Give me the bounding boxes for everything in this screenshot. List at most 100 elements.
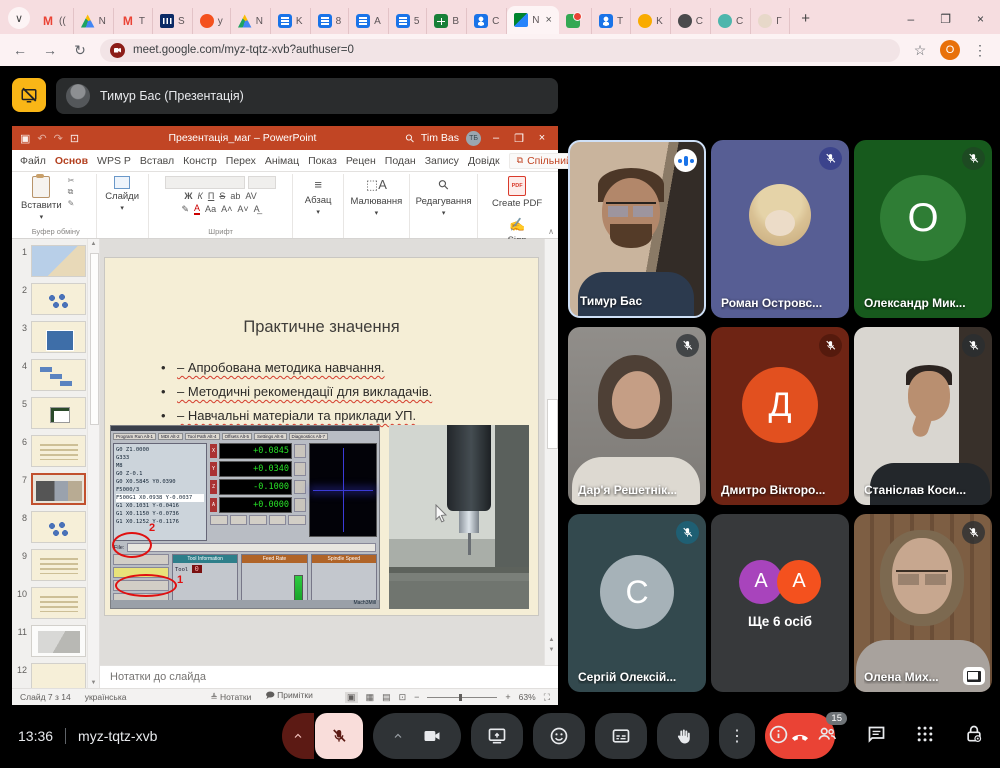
reactions-button[interactable] [533, 713, 585, 759]
slide-thumbnail[interactable] [31, 435, 86, 467]
slide-bullets[interactable]: – Апробована методика навчання. – Методи… [161, 360, 432, 432]
browser-tab[interactable]: K [631, 8, 671, 34]
editing-button[interactable]: ⚲Редагування▾ [416, 176, 472, 217]
char-spacing-button[interactable]: AV [245, 191, 256, 201]
tile-stanislav[interactable]: Станіслав Коси... [854, 327, 992, 505]
slide-thumbnail[interactable] [31, 283, 86, 315]
ppt-account-avatar[interactable]: ТБ [466, 131, 481, 146]
drawing-button[interactable]: ⬚AМалювання▾ [350, 176, 402, 217]
more-options-button[interactable]: ⋮ [719, 713, 755, 759]
text-highlight-icon[interactable]: ✎ [181, 204, 189, 215]
ppt-tab-insert[interactable]: Вставл [140, 155, 174, 167]
browser-tab[interactable]: N [231, 8, 271, 34]
ppt-account-name[interactable]: Tim Bas [421, 132, 459, 144]
bold-button[interactable]: Ж [184, 191, 192, 201]
browser-tab[interactable]: C [711, 8, 751, 34]
ppt-tab-file[interactable]: Файл [20, 155, 46, 167]
underline-button[interactable]: П [208, 191, 214, 201]
slide-thumbnail[interactable] [31, 245, 86, 277]
format-painter-icon[interactable]: ✎ [68, 199, 75, 208]
browser-tab[interactable]: C [467, 8, 507, 34]
stop-presenting-button[interactable] [12, 78, 46, 112]
comments-toggle[interactable]: 🗩 Примітки [265, 690, 312, 704]
tile-darya[interactable]: Дар'я Решетнік... [568, 327, 706, 505]
tile-olena[interactable]: Олена Мих... [854, 514, 992, 692]
browser-tab[interactable]: 5 [389, 8, 428, 34]
chevron-up-icon[interactable] [392, 730, 404, 742]
forward-icon[interactable]: → [40, 42, 60, 58]
slide-thumbnail[interactable] [31, 625, 86, 657]
browser-tab[interactable]: T [114, 8, 153, 34]
zoom-slider[interactable] [427, 697, 497, 698]
host-controls-button[interactable] [962, 722, 986, 746]
paragraph-button[interactable]: ≡Абзац▾ [305, 176, 332, 216]
font-name-select[interactable] [165, 176, 245, 189]
raise-hand-button[interactable] [657, 713, 709, 759]
ppt-tab-review[interactable]: Рецен [346, 155, 376, 167]
paste-button[interactable]: Вставити▾ [21, 176, 62, 221]
ppt-restore-button[interactable]: ❐ [511, 132, 527, 145]
copy-icon[interactable]: ⧉ [68, 187, 75, 197]
ppt-minimize-button[interactable]: – [488, 132, 504, 144]
grow-font-icon[interactable]: А˄ [221, 204, 232, 214]
slides-button[interactable]: Слайди▾ [105, 176, 139, 212]
captions-button[interactable] [595, 713, 647, 759]
tile-overflow-participants[interactable]: A A Ще 6 осіб [711, 514, 849, 692]
meeting-details-button[interactable] [766, 722, 790, 746]
new-tab-button[interactable]: + [794, 6, 818, 30]
normal-view-icon[interactable]: ▣ [345, 692, 358, 703]
clear-format-icon[interactable]: А̲ [254, 204, 260, 214]
editor-vertical-scrollbar[interactable]: ▲ ▼ [544, 239, 558, 665]
slide-thumbnail-pane[interactable]: 1 2 3 4 5 6 7 8 9 10 11 12 ▲ ▼ [12, 239, 100, 688]
cut-icon[interactable]: ✂ [68, 176, 75, 185]
font-size-select[interactable] [248, 176, 276, 189]
ppt-tab-animations[interactable]: Анімац [265, 155, 299, 167]
slide-thumbnail[interactable] [31, 663, 86, 688]
strikethrough-button[interactable]: S [219, 191, 225, 201]
ppt-tab-view[interactable]: Подан [385, 155, 416, 167]
create-pdf-button[interactable]: PDFCreate PDF [492, 176, 542, 209]
redo-icon[interactable]: ↷ [54, 132, 63, 145]
italic-button[interactable]: К [198, 191, 203, 201]
search-icon[interactable]: ⚲ [402, 131, 417, 146]
fit-slide-icon[interactable]: ⛶ [544, 692, 550, 703]
tab-search-button[interactable]: ∨ [8, 7, 30, 29]
shadow-button[interactable]: ab [230, 191, 240, 201]
presenter-banner[interactable]: Тимур Бас (Презентація) [56, 78, 558, 114]
reading-view-icon[interactable]: ▤ [382, 692, 391, 703]
scrollbar-thumb[interactable] [90, 253, 99, 425]
ppt-tab-wps[interactable]: WPS P [97, 155, 131, 167]
slide-thumbnail[interactable] [31, 587, 86, 619]
zoom-slider-knob[interactable] [459, 694, 462, 701]
zoom-level[interactable]: 63% [519, 692, 536, 702]
browser-tab[interactable]: K [271, 8, 311, 34]
ppt-close-button[interactable]: × [534, 132, 550, 144]
pip-icon[interactable] [963, 667, 985, 685]
browser-tab[interactable]: A [349, 8, 389, 34]
minimize-button[interactable]: – [908, 12, 915, 26]
tile-serhiy[interactable]: C Сергій Олексій... [568, 514, 706, 692]
browser-tab[interactable] [559, 8, 592, 34]
font-color-icon[interactable]: А [194, 203, 200, 215]
zoom-out-icon[interactable]: − [414, 692, 419, 702]
slide-sorter-icon[interactable]: ▦ [366, 692, 375, 703]
browser-tab[interactable]: y [193, 8, 231, 34]
browser-tab[interactable]: Г [751, 8, 789, 34]
slide-canvas[interactable]: Практичне значення – Апробована методика… [105, 258, 538, 615]
slideshow-view-icon[interactable]: ⊡ [399, 692, 407, 703]
url-text[interactable]: meet.google.com/myz-tqtz-xvb?authuser=0 [133, 44, 354, 56]
browser-menu-icon[interactable]: ⋮ [970, 42, 990, 59]
bookmark-star-icon[interactable]: ☆ [910, 42, 930, 59]
browser-tab[interactable]: S [153, 8, 193, 34]
scrollbar-thumb[interactable] [547, 399, 558, 449]
shrink-font-icon[interactable]: А˅ [237, 204, 248, 214]
browser-tab-active-meet[interactable]: N× [507, 6, 559, 34]
zoom-in-icon[interactable]: + [505, 692, 510, 702]
next-slide-icon[interactable]: ▼ [545, 647, 558, 653]
ppt-tab-transitions[interactable]: Перех [226, 155, 256, 167]
activities-button[interactable] [913, 722, 937, 746]
browser-tab[interactable]: C [671, 8, 711, 34]
tile-dmytro[interactable]: Д Дмитро Вікторо... [711, 327, 849, 505]
slideshow-icon[interactable]: ⊡ [70, 132, 79, 145]
browser-profile-avatar[interactable]: O [940, 40, 960, 60]
